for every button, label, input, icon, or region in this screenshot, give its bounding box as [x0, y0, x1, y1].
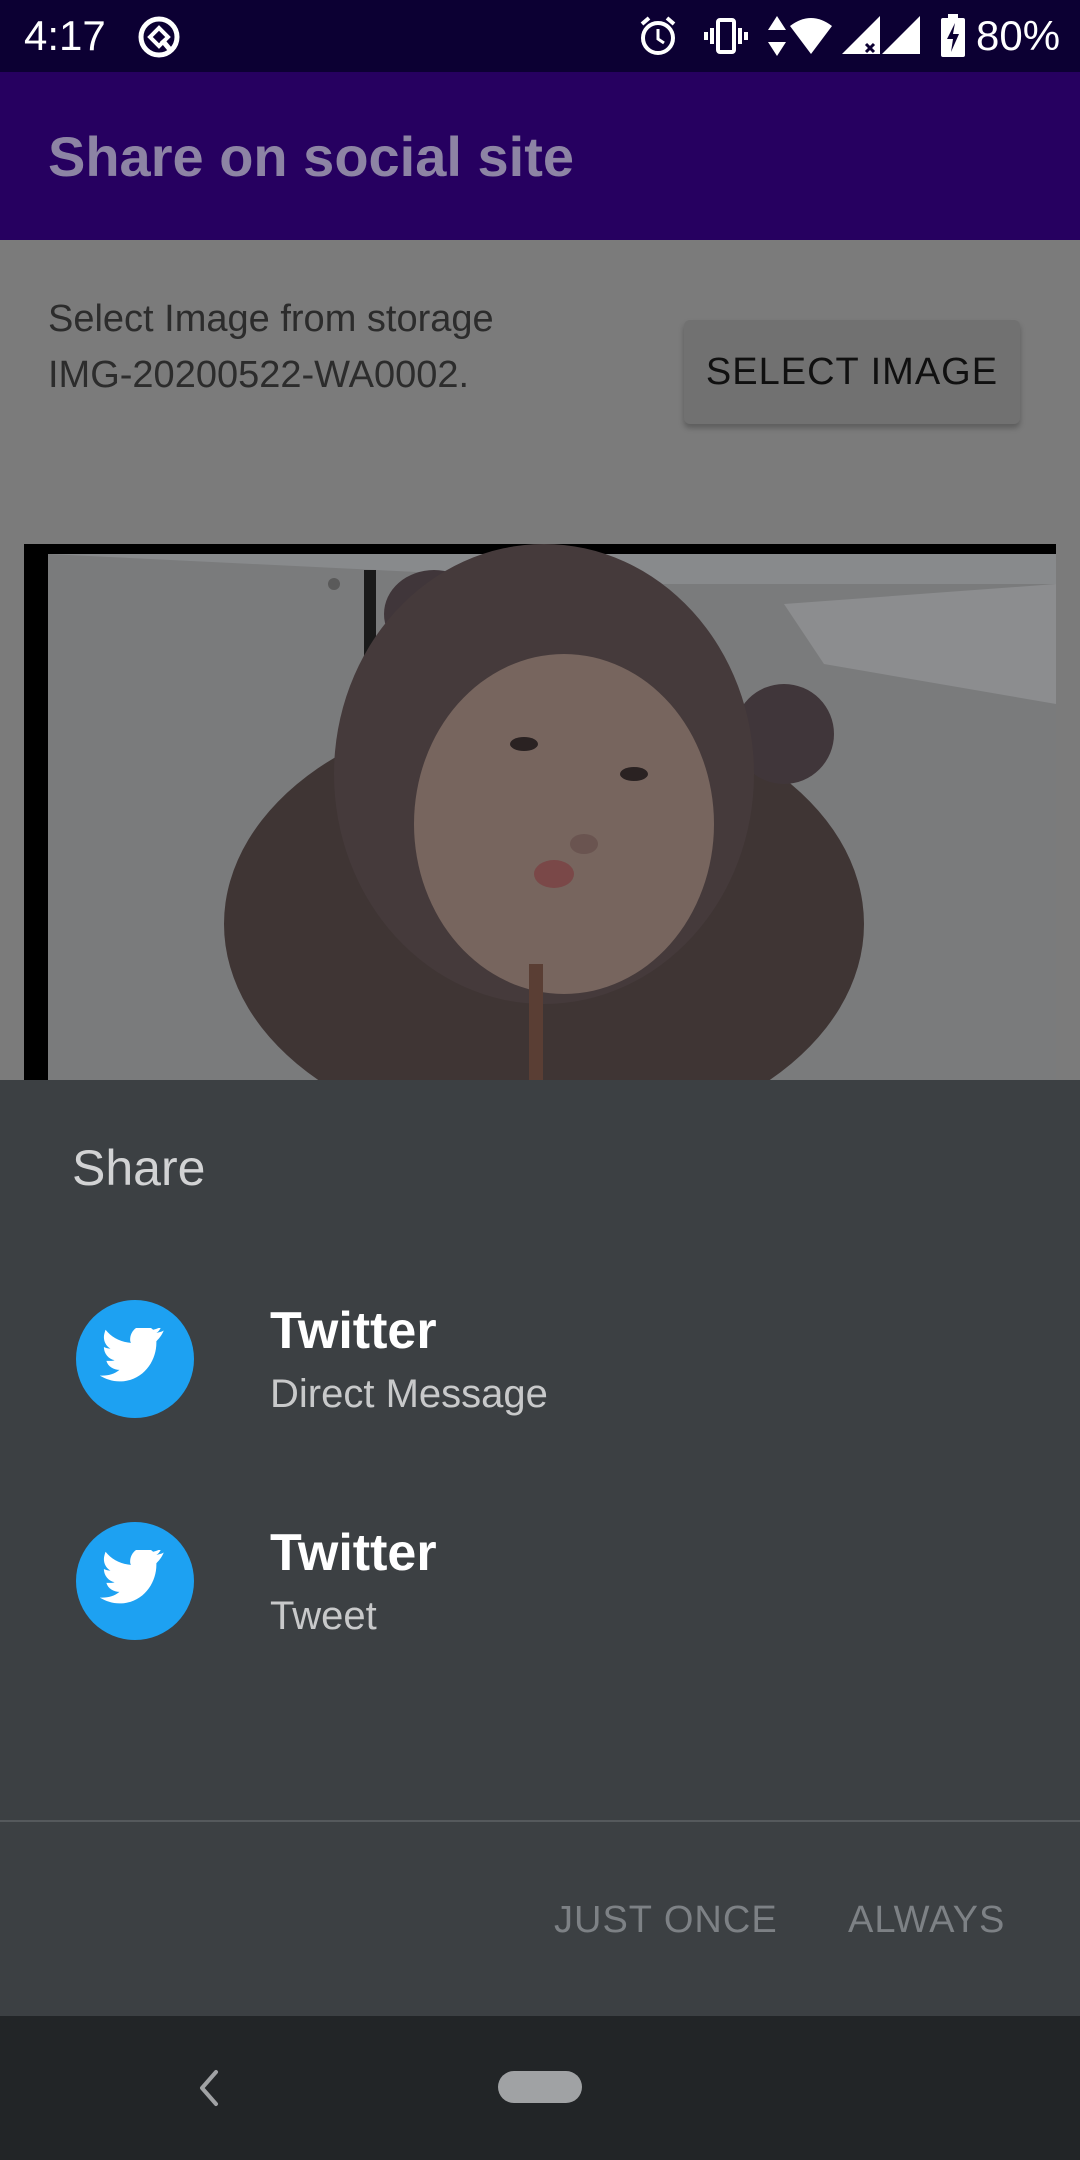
selected-filename: IMG-20200522-WA0002. — [48, 354, 470, 396]
status-time: 4:17 — [24, 12, 106, 59]
navigation-bar — [0, 2016, 1080, 2160]
main-content: Select Image from storage IMG-20200522-W… — [0, 240, 1080, 1320]
data-arrows-icon — [768, 16, 786, 56]
page-title: Share on social site — [48, 125, 574, 188]
signal-icon — [842, 16, 880, 54]
vibrate-icon — [704, 18, 748, 54]
twitter-icon — [76, 1522, 194, 1640]
wifi-icon — [790, 18, 832, 54]
just-once-button[interactable]: JUST ONCE — [554, 1896, 778, 1944]
baby-photo — [24, 544, 1056, 1080]
twitter-icon — [76, 1300, 194, 1418]
always-button[interactable]: ALWAYS — [848, 1896, 1005, 1944]
battery-percentage: 80% — [976, 12, 1061, 59]
signal-icon — [882, 16, 920, 54]
share-option-twitter-direct-message[interactable]: Twitter Direct Message — [0, 1250, 1080, 1470]
app-bar: Share on social site — [0, 72, 1080, 240]
share-title: Share — [72, 1140, 206, 1196]
status-bar: 4:17 80% — [0, 0, 1080, 72]
twitter-bird-icon — [100, 1328, 164, 1382]
share-option-twitter-tweet[interactable]: Twitter Tweet — [0, 1472, 1080, 1692]
select-image-button[interactable]: SELECT IMAGE — [684, 320, 1020, 424]
twitter-bird-icon — [100, 1550, 164, 1604]
share-app-name: Twitter — [270, 1302, 437, 1360]
alarm-icon — [640, 16, 676, 55]
share-app-action: Direct Message — [270, 1372, 548, 1416]
storage-label: Select Image from storage — [48, 298, 494, 340]
share-sheet: Share Twitter Direct Message Twitter Twe… — [0, 1080, 1080, 2016]
share-app-action: Tweet — [270, 1594, 377, 1638]
home-pill-button[interactable] — [498, 2071, 582, 2103]
back-icon[interactable] — [196, 2068, 220, 2108]
battery-charging-icon — [941, 14, 965, 57]
app-notification-icon — [138, 16, 180, 58]
share-app-name: Twitter — [270, 1524, 437, 1582]
sheet-divider — [0, 1820, 1080, 1822]
